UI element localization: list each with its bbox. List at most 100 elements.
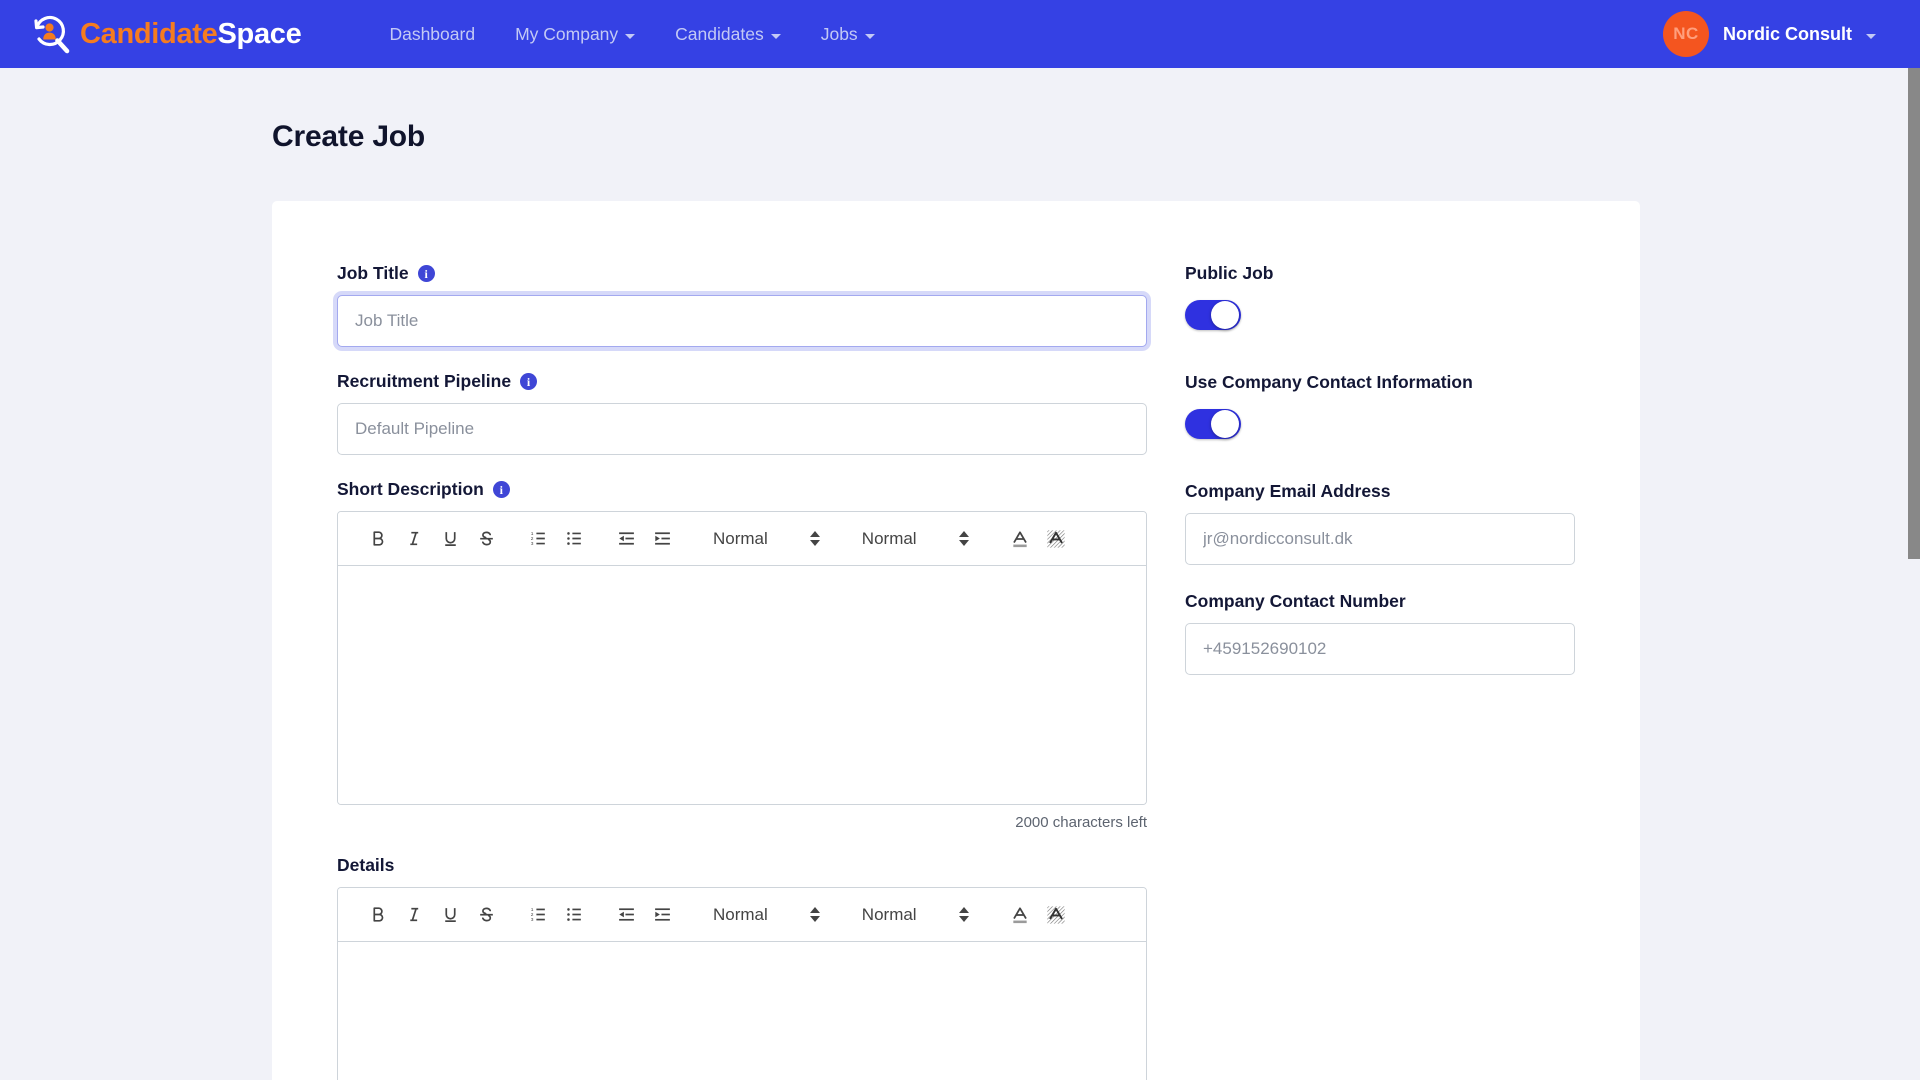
- use-company-contact-label: Use Company Contact Information: [1185, 372, 1473, 392]
- nav-item-candidates-label: Candidates: [675, 23, 764, 44]
- heading-select-label: Normal: [861, 528, 917, 548]
- indent-icon[interactable]: [644, 522, 680, 556]
- indent-icon[interactable]: [644, 898, 680, 932]
- nav-item-my-company[interactable]: My Company: [495, 14, 655, 55]
- chevron-down-icon: [864, 33, 875, 39]
- company-email-label-row: Company Email Address: [1185, 481, 1575, 502]
- recruitment-pipeline-label-row: Recruitment Pipeline i: [337, 371, 1147, 392]
- magnifier-person-icon: [30, 13, 72, 55]
- details-field-group: Details 1 2 3 Normal Normal: [337, 855, 1147, 1080]
- brand-name-part1: Candidate: [80, 17, 218, 50]
- bullet-list-icon[interactable]: [556, 522, 592, 556]
- company-email-label: Company Email Address: [1185, 481, 1391, 501]
- nav-links: Dashboard My Company Candidates Jobs: [369, 14, 894, 55]
- brand-logo-link[interactable]: CandidateSpace: [30, 13, 302, 55]
- avatar: NC: [1663, 11, 1709, 57]
- company-phone-label: Company Contact Number: [1185, 591, 1406, 611]
- text-color-icon[interactable]: [1002, 898, 1038, 932]
- create-job-form: Job Title i Recruitment Pipeline i: [272, 201, 1640, 1080]
- company-email-group: Company Email Address: [1185, 481, 1575, 565]
- short-description-label-row: Short Description i: [337, 479, 1147, 500]
- nav-item-dashboard-label: Dashboard: [389, 23, 476, 44]
- short-description-toolbar: 1 2 3 Normal Normal: [338, 512, 1146, 566]
- public-job-label: Public Job: [1185, 263, 1274, 283]
- background-color-icon[interactable]: [1038, 522, 1074, 556]
- brand-name: CandidateSpace: [80, 17, 302, 51]
- underline-icon[interactable]: [432, 522, 468, 556]
- strikethrough-icon[interactable]: [468, 898, 504, 932]
- company-email-input[interactable]: [1185, 513, 1575, 565]
- public-job-toggle[interactable]: [1185, 300, 1241, 330]
- bold-icon[interactable]: [360, 522, 396, 556]
- use-company-contact-group: Use Company Contact Information: [1185, 372, 1575, 439]
- info-icon[interactable]: i: [520, 373, 538, 390]
- strikethrough-icon[interactable]: [468, 522, 504, 556]
- chevron-down-icon: [770, 33, 781, 39]
- italic-icon[interactable]: [396, 898, 432, 932]
- details-toolbar: 1 2 3 Normal Normal: [338, 888, 1146, 942]
- italic-icon[interactable]: [396, 522, 432, 556]
- chevron-updown-icon: [958, 907, 969, 922]
- short-description-label: Short Description: [337, 479, 484, 499]
- bullet-list-icon[interactable]: [556, 898, 592, 932]
- navbar-right-edge: [1908, 0, 1920, 68]
- short-description-textarea[interactable]: [338, 566, 1146, 804]
- chevron-updown-icon: [958, 531, 969, 546]
- outdent-icon[interactable]: [608, 898, 644, 932]
- nav-item-jobs[interactable]: Jobs: [801, 14, 895, 55]
- page-title: Create Job: [272, 120, 426, 153]
- details-editor: 1 2 3 Normal Normal: [337, 887, 1147, 1080]
- company-phone-group: Company Contact Number: [1185, 591, 1575, 675]
- toggle-knob: [1211, 410, 1239, 438]
- heading-select[interactable]: Normal: [853, 898, 978, 932]
- bold-icon[interactable]: [360, 898, 396, 932]
- create-job-card: Job Title i Recruitment Pipeline i: [272, 201, 1640, 1080]
- chevron-down-icon: [1866, 33, 1876, 39]
- heading-select-label: Normal: [861, 904, 917, 924]
- form-right-column: Public Job Use Company Contact Informati…: [1185, 263, 1575, 1080]
- info-icon[interactable]: i: [417, 265, 435, 282]
- user-name-label: Nordic Consult: [1723, 23, 1852, 44]
- form-left-column: Job Title i Recruitment Pipeline i: [337, 263, 1147, 1080]
- job-title-label-row: Job Title i: [337, 263, 1147, 284]
- details-textarea[interactable]: [338, 942, 1146, 1080]
- ordered-list-icon[interactable]: 1 2 3: [520, 898, 556, 932]
- job-title-field-group: Job Title i: [337, 263, 1147, 347]
- nav-item-candidates[interactable]: Candidates: [655, 14, 801, 55]
- underline-icon[interactable]: [432, 898, 468, 932]
- company-phone-label-row: Company Contact Number: [1185, 591, 1575, 612]
- font-size-select[interactable]: Normal: [704, 898, 829, 932]
- outdent-icon[interactable]: [608, 522, 644, 556]
- nav-item-dashboard[interactable]: Dashboard: [369, 14, 495, 55]
- font-size-select-label: Normal: [713, 528, 768, 548]
- public-job-label-row: Public Job: [1185, 263, 1575, 284]
- details-label: Details: [337, 855, 395, 875]
- company-phone-input[interactable]: [1185, 623, 1575, 675]
- page-content: Create Job Job Title i Recruitment Pipel…: [0, 68, 1908, 1080]
- background-color-icon[interactable]: [1038, 898, 1074, 932]
- job-title-label: Job Title: [337, 263, 409, 283]
- recruitment-pipeline-label: Recruitment Pipeline: [337, 371, 512, 391]
- short-description-char-count: 2000 characters left: [1015, 814, 1147, 831]
- info-icon[interactable]: i: [492, 481, 510, 498]
- svg-text:3: 3: [530, 917, 533, 923]
- job-title-input[interactable]: [337, 295, 1147, 347]
- chevron-down-icon: [625, 33, 636, 39]
- font-size-select[interactable]: Normal: [704, 522, 829, 556]
- recruitment-pipeline-input[interactable]: [337, 403, 1147, 455]
- nav-item-jobs-label: Jobs: [820, 23, 858, 44]
- user-menu[interactable]: NC Nordic Consult: [1663, 11, 1876, 57]
- heading-select[interactable]: Normal: [853, 522, 978, 556]
- text-color-icon[interactable]: [1002, 522, 1038, 556]
- ordered-list-icon[interactable]: 1 2 3: [520, 522, 556, 556]
- public-job-group: Public Job: [1185, 263, 1575, 330]
- font-size-select-label: Normal: [713, 904, 768, 924]
- brand-name-part2: Space: [217, 17, 302, 50]
- svg-text:3: 3: [530, 541, 533, 547]
- nav-item-my-company-label: My Company: [515, 23, 619, 44]
- top-navbar: CandidateSpace Dashboard My Company Cand…: [0, 0, 1908, 68]
- use-company-contact-toggle[interactable]: [1185, 409, 1241, 439]
- recruitment-pipeline-field-group: Recruitment Pipeline i: [337, 371, 1147, 455]
- page-scrollbar-thumb[interactable]: [1908, 62, 1920, 559]
- toggle-knob: [1211, 301, 1239, 329]
